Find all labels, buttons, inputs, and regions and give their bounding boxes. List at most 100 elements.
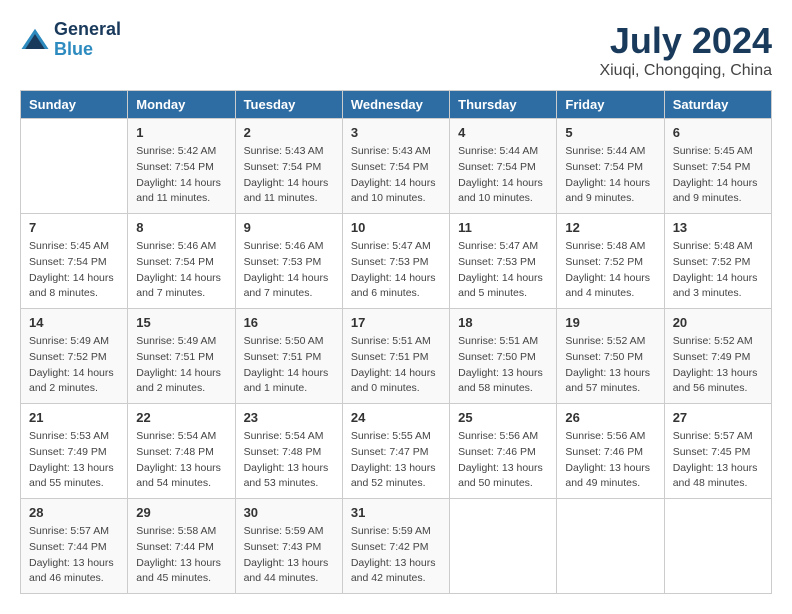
page-header: General Blue July 2024 Xiuqi, Chongqing,… — [20, 20, 772, 80]
day-info: Sunrise: 5:44 AM Sunset: 7:54 PM Dayligh… — [565, 144, 655, 207]
day-cell: 26 Sunrise: 5:56 AM Sunset: 7:46 PM Dayli… — [557, 404, 664, 499]
day-info: Sunrise: 5:48 AM Sunset: 7:52 PM Dayligh… — [565, 239, 655, 302]
day-number: 24 — [351, 410, 441, 425]
header-cell-friday: Friday — [557, 91, 664, 119]
day-cell: 28 Sunrise: 5:57 AM Sunset: 7:44 PM Dayli… — [21, 499, 128, 594]
day-number: 1 — [136, 125, 226, 140]
day-info: Sunrise: 5:42 AM Sunset: 7:54 PM Dayligh… — [136, 144, 226, 207]
day-cell: 30Sunrise: 5:59 AM Sunset: 7:43 PM Dayli… — [235, 499, 342, 594]
week-row-3: 14Sunrise: 5:49 AM Sunset: 7:52 PM Dayli… — [21, 309, 772, 404]
day-number: 8 — [136, 220, 226, 235]
day-number: 29 — [136, 505, 226, 520]
day-number: 28 — [29, 505, 119, 520]
day-number: 20 — [673, 315, 763, 330]
day-cell: 11Sunrise: 5:47 AM Sunset: 7:53 PM Dayli… — [450, 214, 557, 309]
day-info: Sunrise: 5:59 AM Sunset: 7:42 PM Dayligh… — [351, 524, 441, 587]
day-cell: 4 Sunrise: 5:44 AM Sunset: 7:54 PM Daylig… — [450, 119, 557, 214]
day-cell — [557, 499, 664, 594]
day-info: Sunrise: 5:57 AM Sunset: 7:44 PM Dayligh… — [29, 524, 119, 587]
day-info: Sunrise: 5:59 AM Sunset: 7:43 PM Dayligh… — [244, 524, 334, 587]
day-cell: 22 Sunrise: 5:54 AM Sunset: 7:48 PM Dayli… — [128, 404, 235, 499]
logo-text: General Blue — [54, 20, 121, 60]
day-info: Sunrise: 5:56 AM Sunset: 7:46 PM Dayligh… — [565, 429, 655, 492]
day-cell: 7Sunrise: 5:45 AM Sunset: 7:54 PM Daylig… — [21, 214, 128, 309]
day-number: 5 — [565, 125, 655, 140]
day-number: 22 — [136, 410, 226, 425]
day-number: 27 — [673, 410, 763, 425]
day-cell: 2Sunrise: 5:43 AM Sunset: 7:54 PM Daylig… — [235, 119, 342, 214]
day-info: Sunrise: 5:45 AM Sunset: 7:54 PM Dayligh… — [673, 144, 763, 207]
logo: General Blue — [20, 20, 121, 60]
day-info: Sunrise: 5:58 AM Sunset: 7:44 PM Dayligh… — [136, 524, 226, 587]
day-info: Sunrise: 5:54 AM Sunset: 7:48 PM Dayligh… — [136, 429, 226, 492]
day-number: 10 — [351, 220, 441, 235]
day-cell: 10 Sunrise: 5:47 AM Sunset: 7:53 PM Dayli… — [342, 214, 449, 309]
day-number: 25 — [458, 410, 548, 425]
day-info: Sunrise: 5:49 AM Sunset: 7:51 PM Dayligh… — [136, 334, 226, 397]
week-row-5: 28 Sunrise: 5:57 AM Sunset: 7:44 PM Dayli… — [21, 499, 772, 594]
week-row-1: 1 Sunrise: 5:42 AM Sunset: 7:54 PM Daylig… — [21, 119, 772, 214]
calendar-subtitle: Xiuqi, Chongqing, China — [599, 62, 772, 80]
day-number: 21 — [29, 410, 119, 425]
day-number: 26 — [565, 410, 655, 425]
day-cell: 9 Sunrise: 5:46 AM Sunset: 7:53 PM Daylig… — [235, 214, 342, 309]
day-number: 2 — [244, 125, 334, 140]
day-cell: 21 Sunrise: 5:53 AM Sunset: 7:49 PM Dayli… — [21, 404, 128, 499]
header-cell-wednesday: Wednesday — [342, 91, 449, 119]
header-cell-saturday: Saturday — [664, 91, 771, 119]
day-cell: 14Sunrise: 5:49 AM Sunset: 7:52 PM Dayli… — [21, 309, 128, 404]
day-number: 16 — [244, 315, 334, 330]
header-cell-tuesday: Tuesday — [235, 91, 342, 119]
day-cell: 13 Sunrise: 5:48 AM Sunset: 7:52 PM Dayli… — [664, 214, 771, 309]
day-number: 9 — [244, 220, 334, 235]
day-number: 4 — [458, 125, 548, 140]
day-cell: 19 Sunrise: 5:52 AM Sunset: 7:50 PM Dayli… — [557, 309, 664, 404]
week-row-4: 21 Sunrise: 5:53 AM Sunset: 7:49 PM Dayli… — [21, 404, 772, 499]
day-cell: 31 Sunrise: 5:59 AM Sunset: 7:42 PM Dayli… — [342, 499, 449, 594]
day-cell — [21, 119, 128, 214]
day-cell: 18 Sunrise: 5:51 AM Sunset: 7:50 PM Dayli… — [450, 309, 557, 404]
day-number: 18 — [458, 315, 548, 330]
day-cell: 12 Sunrise: 5:48 AM Sunset: 7:52 PM Dayli… — [557, 214, 664, 309]
header-row: SundayMondayTuesdayWednesdayThursdayFrid… — [21, 91, 772, 119]
day-cell: 8 Sunrise: 5:46 AM Sunset: 7:54 PM Daylig… — [128, 214, 235, 309]
day-info: Sunrise: 5:44 AM Sunset: 7:54 PM Dayligh… — [458, 144, 548, 207]
day-cell: 25 Sunrise: 5:56 AM Sunset: 7:46 PM Dayli… — [450, 404, 557, 499]
day-cell: 1 Sunrise: 5:42 AM Sunset: 7:54 PM Daylig… — [128, 119, 235, 214]
day-cell: 15Sunrise: 5:49 AM Sunset: 7:51 PM Dayli… — [128, 309, 235, 404]
day-cell — [450, 499, 557, 594]
day-cell: 24 Sunrise: 5:55 AM Sunset: 7:47 PM Dayli… — [342, 404, 449, 499]
day-info: Sunrise: 5:46 AM Sunset: 7:53 PM Dayligh… — [244, 239, 334, 302]
day-number: 31 — [351, 505, 441, 520]
day-number: 19 — [565, 315, 655, 330]
day-number: 12 — [565, 220, 655, 235]
day-info: Sunrise: 5:52 AM Sunset: 7:50 PM Dayligh… — [565, 334, 655, 397]
day-info: Sunrise: 5:46 AM Sunset: 7:54 PM Dayligh… — [136, 239, 226, 302]
day-cell: 23Sunrise: 5:54 AM Sunset: 7:48 PM Dayli… — [235, 404, 342, 499]
calendar-table: SundayMondayTuesdayWednesdayThursdayFrid… — [20, 90, 772, 594]
day-cell — [664, 499, 771, 594]
calendar-title: July 2024 — [599, 20, 772, 62]
day-info: Sunrise: 5:53 AM Sunset: 7:49 PM Dayligh… — [29, 429, 119, 492]
header-cell-sunday: Sunday — [21, 91, 128, 119]
day-cell: 3Sunrise: 5:43 AM Sunset: 7:54 PM Daylig… — [342, 119, 449, 214]
day-number: 11 — [458, 220, 548, 235]
day-cell: 16 Sunrise: 5:50 AM Sunset: 7:51 PM Dayli… — [235, 309, 342, 404]
day-cell: 20Sunrise: 5:52 AM Sunset: 7:49 PM Dayli… — [664, 309, 771, 404]
day-info: Sunrise: 5:43 AM Sunset: 7:54 PM Dayligh… — [351, 144, 441, 207]
day-number: 7 — [29, 220, 119, 235]
day-info: Sunrise: 5:47 AM Sunset: 7:53 PM Dayligh… — [351, 239, 441, 302]
day-cell: 27 Sunrise: 5:57 AM Sunset: 7:45 PM Dayli… — [664, 404, 771, 499]
day-cell: 17Sunrise: 5:51 AM Sunset: 7:51 PM Dayli… — [342, 309, 449, 404]
header-cell-thursday: Thursday — [450, 91, 557, 119]
day-cell: 5 Sunrise: 5:44 AM Sunset: 7:54 PM Daylig… — [557, 119, 664, 214]
day-info: Sunrise: 5:57 AM Sunset: 7:45 PM Dayligh… — [673, 429, 763, 492]
day-info: Sunrise: 5:50 AM Sunset: 7:51 PM Dayligh… — [244, 334, 334, 397]
day-info: Sunrise: 5:51 AM Sunset: 7:50 PM Dayligh… — [458, 334, 548, 397]
day-number: 6 — [673, 125, 763, 140]
day-info: Sunrise: 5:48 AM Sunset: 7:52 PM Dayligh… — [673, 239, 763, 302]
day-info: Sunrise: 5:56 AM Sunset: 7:46 PM Dayligh… — [458, 429, 548, 492]
day-number: 13 — [673, 220, 763, 235]
day-info: Sunrise: 5:55 AM Sunset: 7:47 PM Dayligh… — [351, 429, 441, 492]
header-cell-monday: Monday — [128, 91, 235, 119]
